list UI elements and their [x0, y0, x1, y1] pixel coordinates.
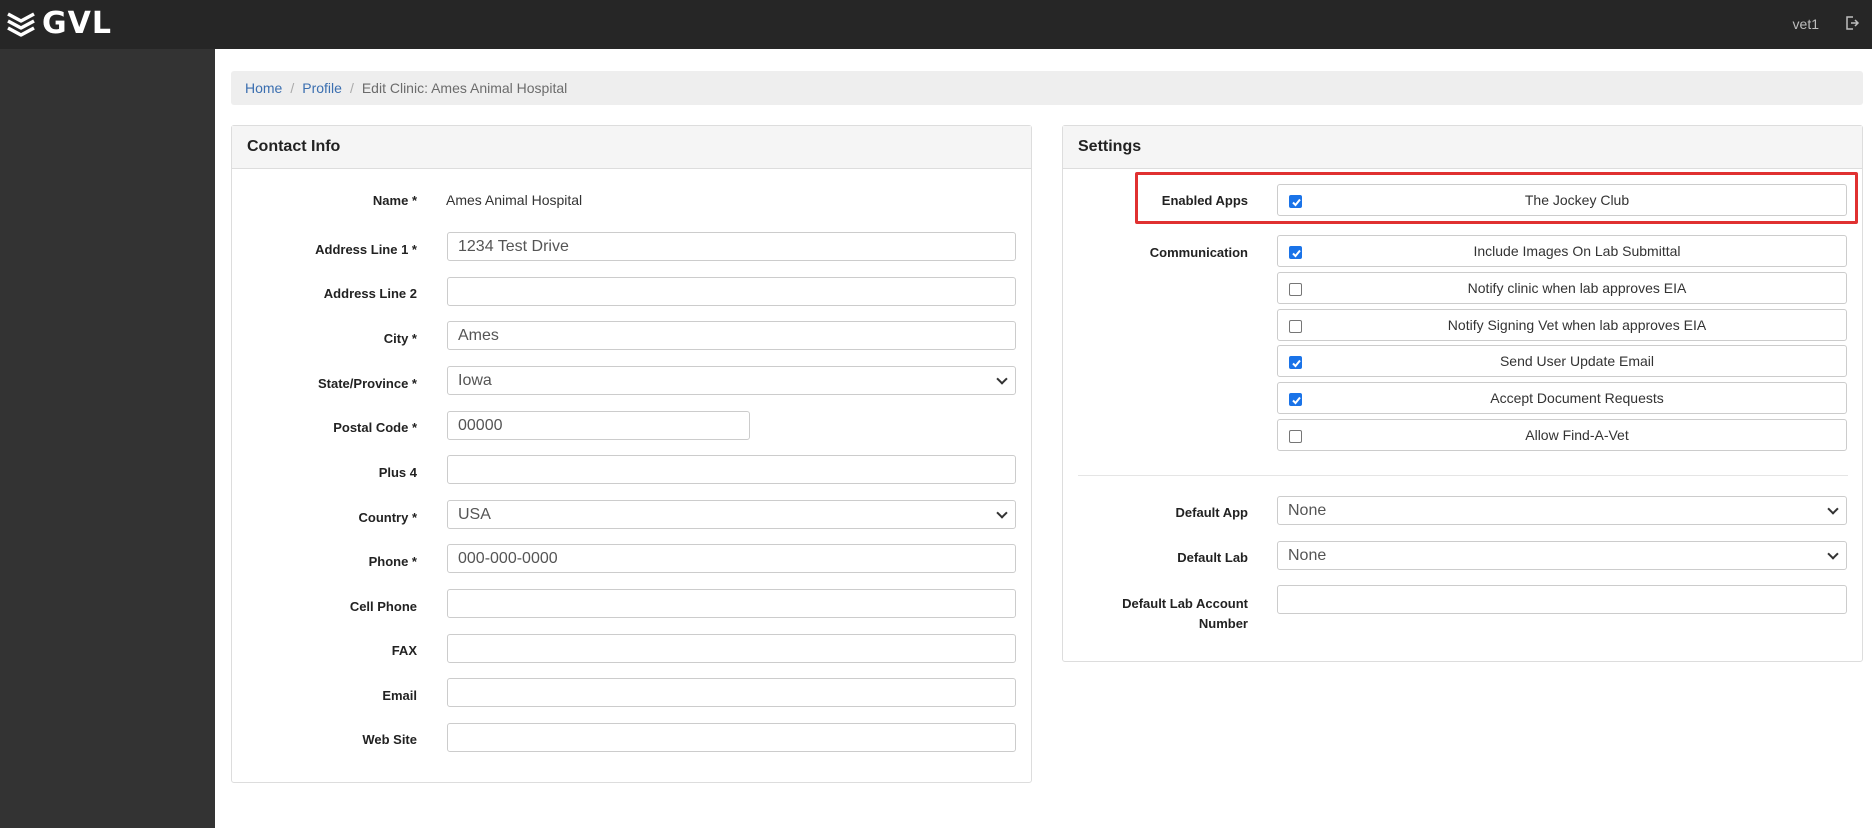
comm-notify-clinic[interactable]: Notify clinic when lab approves EIA [1277, 272, 1847, 304]
comm-option-label: Notify clinic when lab approves EIA [1467, 280, 1687, 296]
name-value: Ames Animal Hospital [446, 192, 583, 208]
comm-notify-signing-vet[interactable]: Notify Signing Vet when lab approves EIA [1277, 309, 1847, 341]
country-label: Country * [358, 510, 418, 525]
default-lab-account-label-line2: Number [1198, 616, 1248, 631]
city-input[interactable]: Ames [447, 321, 1016, 350]
default-app-label: Default App [1175, 505, 1248, 520]
default-lab-account-label: Default Lab Account Number [1048, 594, 1248, 634]
breadcrumb-current: Edit Clinic: Ames Animal Hospital [361, 80, 568, 96]
comm-send-user-update[interactable]: Send User Update Email [1277, 345, 1847, 377]
city-label: City * [383, 331, 417, 346]
sidebar [0, 49, 215, 828]
phone-input[interactable]: 000-000-0000 [447, 544, 1016, 573]
user-name[interactable]: vet1 [1793, 16, 1819, 32]
country-select-value: USA [458, 506, 491, 523]
default-app-select[interactable]: None [1277, 496, 1847, 525]
fax-label: FAX [391, 643, 417, 658]
breadcrumb-home[interactable]: Home [245, 80, 282, 96]
state-select[interactable]: Iowa [447, 366, 1016, 395]
address1-input[interactable]: 1234 Test Drive [447, 232, 1016, 261]
comm-option-label: Include Images On Lab Submittal [1473, 243, 1681, 259]
address1-label: Address Line 1 * [315, 242, 417, 257]
top-navbar: GVL vet1 [0, 0, 1872, 49]
settings-title: Settings [1063, 126, 1862, 169]
fax-input[interactable] [447, 634, 1016, 663]
checkbox-checked-icon[interactable] [1289, 356, 1302, 369]
checkbox-checked-icon[interactable] [1289, 393, 1302, 406]
comm-include-images[interactable]: Include Images On Lab Submittal [1277, 235, 1847, 267]
contact-info-title: Contact Info [232, 126, 1031, 169]
default-lab-select[interactable]: None [1277, 541, 1847, 570]
enabled-apps-label: Enabled Apps [1161, 193, 1248, 208]
communication-label: Communication [1149, 245, 1248, 260]
default-app-value: None [1288, 502, 1327, 519]
checkbox-unchecked-icon[interactable] [1289, 320, 1302, 333]
enabled-app-jockey-club[interactable]: The Jockey Club [1277, 184, 1847, 216]
comm-option-label: Allow Find-A-Vet [1525, 427, 1629, 443]
postal-code-input[interactable]: 00000 [447, 411, 750, 440]
logo-text: GVL [42, 6, 112, 41]
address2-input[interactable] [447, 277, 1016, 306]
breadcrumb-separator: / [349, 80, 354, 96]
default-lab-label: Default Lab [1177, 550, 1248, 565]
default-lab-value: None [1288, 547, 1327, 564]
email-input[interactable] [447, 678, 1016, 707]
state-label: State/Province * [318, 376, 417, 391]
plus4-label: Plus 4 [378, 465, 417, 480]
comm-allow-find-a-vet[interactable]: Allow Find-A-Vet [1277, 419, 1847, 451]
cell-phone-input[interactable] [447, 589, 1016, 618]
state-select-value: Iowa [458, 372, 492, 389]
name-label: Name * [372, 193, 417, 208]
comm-accept-document-requests[interactable]: Accept Document Requests [1277, 382, 1847, 414]
checkbox-unchecked-icon[interactable] [1289, 283, 1302, 296]
address2-label: Address Line 2 [323, 286, 417, 301]
website-input[interactable] [447, 723, 1016, 752]
postal-code-label: Postal Code * [333, 420, 417, 435]
logout-icon[interactable] [1844, 15, 1860, 36]
comm-option-label: Notify Signing Vet when lab approves EIA [1447, 317, 1707, 333]
phone-label: Phone * [368, 554, 417, 569]
settings-divider [1078, 475, 1848, 476]
enabled-app-label: The Jockey Club [1524, 192, 1630, 208]
default-lab-account-input[interactable] [1277, 585, 1847, 614]
plus4-input[interactable] [447, 455, 1016, 484]
comm-option-label: Accept Document Requests [1490, 390, 1664, 406]
country-select[interactable]: USA [447, 500, 1016, 529]
checkbox-checked-icon[interactable] [1289, 195, 1302, 208]
comm-option-label: Send User Update Email [1499, 353, 1655, 369]
cell-phone-label: Cell Phone [349, 599, 417, 614]
logo[interactable]: GVL [6, 6, 112, 41]
checkbox-checked-icon[interactable] [1289, 246, 1302, 259]
breadcrumb-separator: / [290, 80, 295, 96]
breadcrumb-profile[interactable]: Profile [302, 80, 342, 96]
checkbox-unchecked-icon[interactable] [1289, 430, 1302, 443]
website-label: Web Site [362, 732, 417, 747]
default-lab-account-label-line1: Default Lab Account [1122, 596, 1248, 611]
logo-layers-icon [7, 12, 35, 37]
email-label: Email [382, 688, 417, 703]
breadcrumb: Home / Profile / Edit Clinic: Ames Animal Ho… [231, 71, 1863, 105]
